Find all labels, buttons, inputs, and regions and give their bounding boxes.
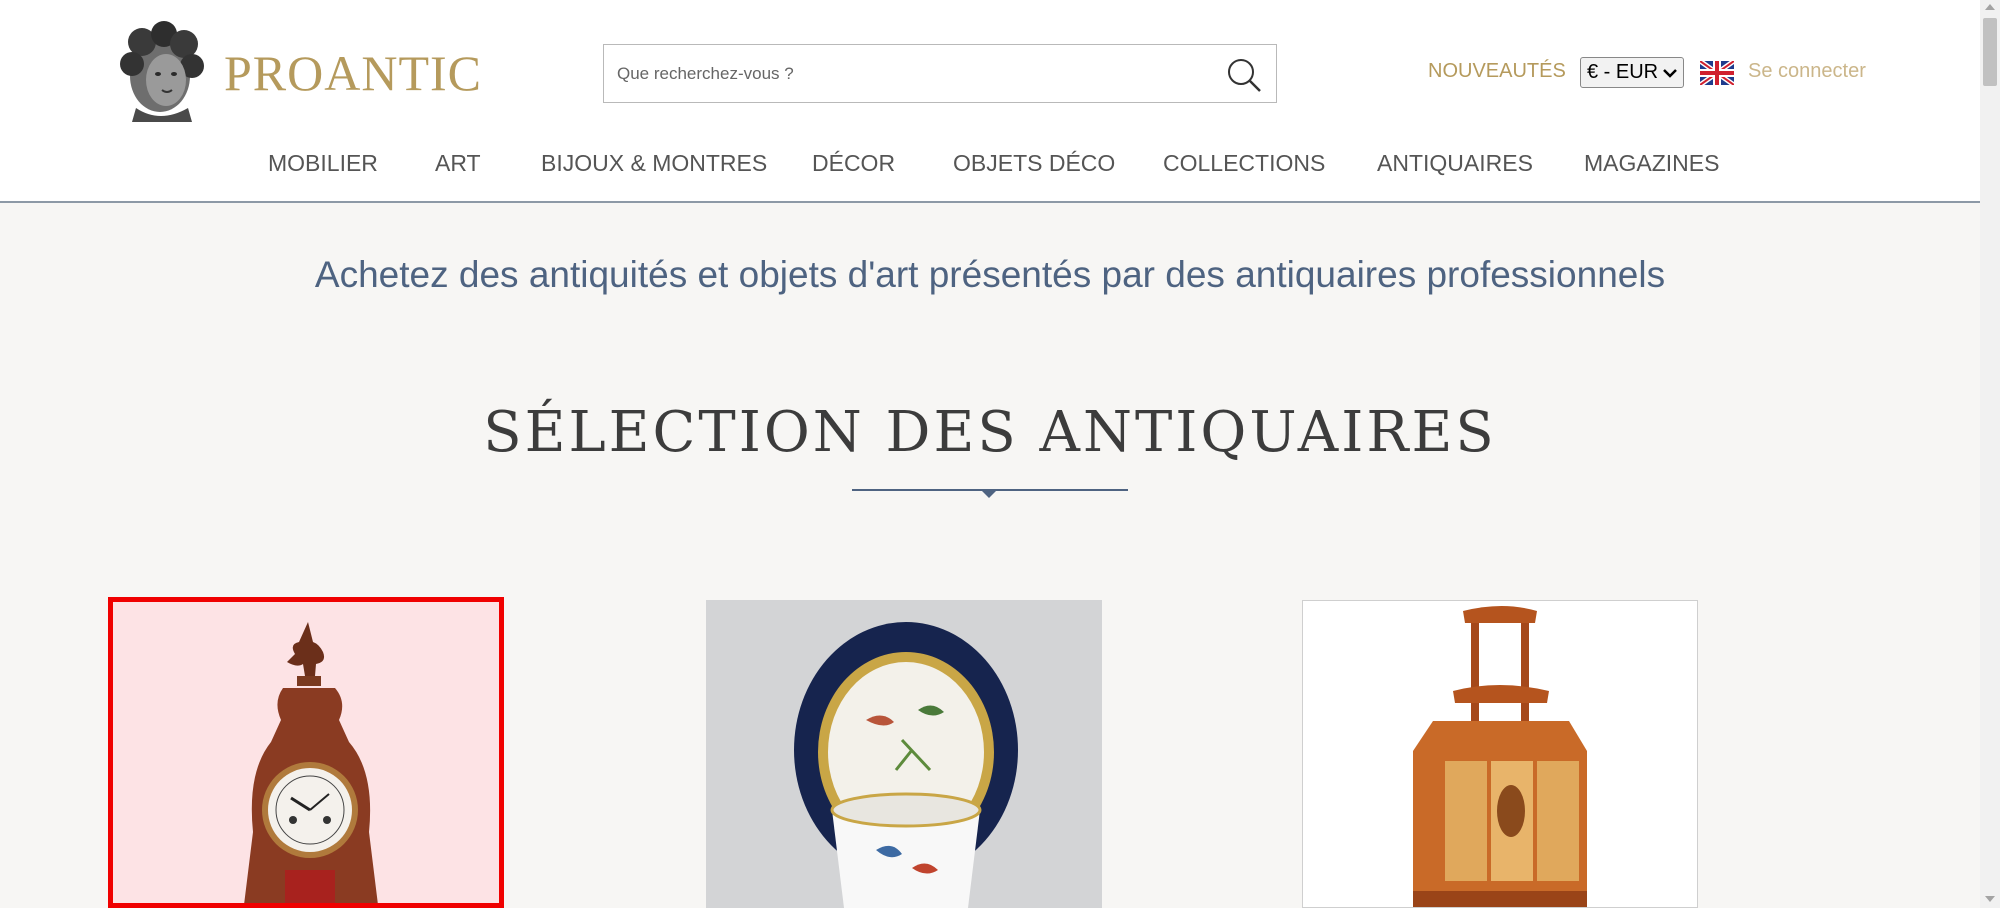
porcelain-cup-image: [794, 622, 1018, 908]
scrollbar-thumb[interactable]: [1983, 18, 1997, 86]
page-tagline: Achetez des antiquités et objets d'art p…: [314, 254, 1666, 295]
scroll-up-arrow-icon[interactable]: [1985, 4, 1995, 10]
nav-item-objets-deco[interactable]: OBJETS DÉCO: [953, 150, 1115, 177]
search-box: [603, 44, 1277, 103]
nav-item-collections[interactable]: COLLECTIONS: [1163, 150, 1325, 177]
logo-bust-icon[interactable]: [112, 20, 210, 122]
nav-item-magazines[interactable]: MAGAZINES: [1584, 150, 1719, 177]
search-input[interactable]: [604, 45, 1204, 102]
product-card-etagere[interactable]: [1302, 600, 1698, 908]
product-card-clock[interactable]: [108, 597, 504, 908]
site-header: PROANTIC NOUVEAUTÉS € - EUR Se connecter: [0, 0, 1980, 203]
main-nav: MOBILIER ART BIJOUX & MONTRES DÉCOR OBJE…: [0, 150, 1980, 178]
title-divider-arrow: [980, 489, 998, 498]
brand-name[interactable]: PROANTIC: [224, 44, 482, 102]
nav-item-mobilier[interactable]: MOBILIER: [268, 150, 378, 177]
currency-selected-value: € - EUR: [1587, 61, 1659, 83]
nav-item-decor[interactable]: DÉCOR: [812, 150, 895, 177]
corner-etagere-image: [1413, 606, 1587, 907]
section-title: SÉLECTION DES ANTIQUAIRES: [483, 400, 1497, 465]
uk-flag-icon[interactable]: [1698, 58, 1736, 88]
news-link[interactable]: NOUVEAUTÉS: [1428, 60, 1566, 83]
nav-item-antiquaires[interactable]: ANTIQUAIRES: [1377, 150, 1533, 177]
bracket-clock-image: [244, 622, 378, 903]
nav-item-art[interactable]: ART: [435, 150, 481, 177]
currency-select[interactable]: € - EUR: [1580, 57, 1684, 88]
page-scrollbar[interactable]: [1980, 0, 2000, 908]
login-link[interactable]: Se connecter: [1748, 60, 1866, 83]
chevron-down-icon: [1663, 61, 1677, 84]
search-icon[interactable]: [1224, 55, 1264, 95]
scroll-down-arrow-icon[interactable]: [1985, 896, 1995, 902]
nav-item-bijoux-montres[interactable]: BIJOUX & MONTRES: [541, 150, 767, 177]
product-card-cup[interactable]: [706, 600, 1102, 908]
